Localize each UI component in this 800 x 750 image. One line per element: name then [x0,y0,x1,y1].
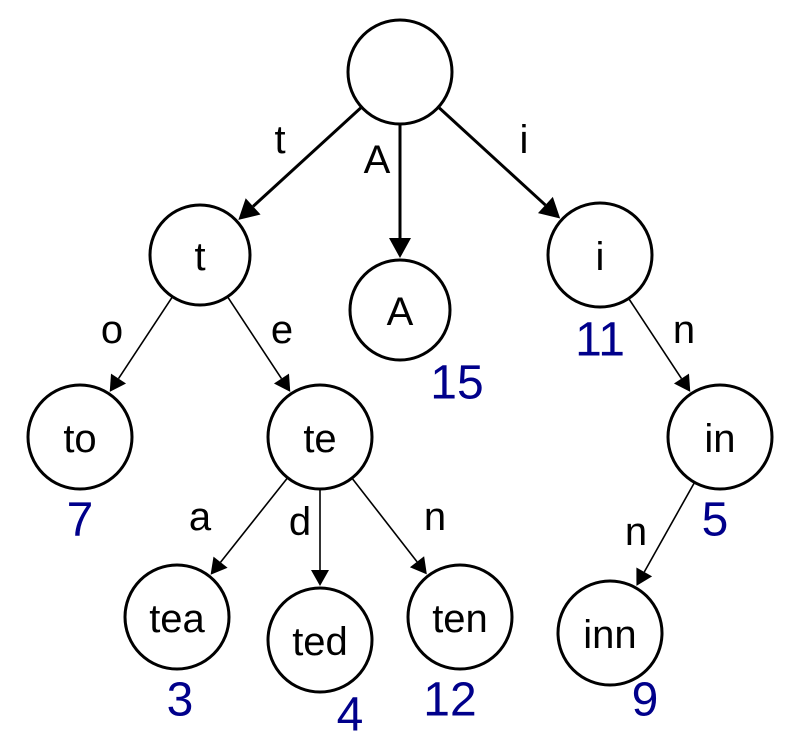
arrowhead-icon [673,373,691,392]
node-label: in [704,417,735,461]
edge-label: t [274,118,285,162]
nodes-layer: tAito te inteatedten inn [26,18,774,694]
arrowhead-icon [311,570,329,586]
edge-i-in: n [628,298,695,392]
edge-te-tea: a [189,478,288,575]
node-value: 5 [702,494,729,547]
edge-label: n [424,495,446,539]
arrowhead-icon [389,238,411,258]
node-value: 12 [423,674,476,727]
node-ted: ted [266,586,374,694]
node-value: 15 [430,357,483,410]
edge-line [643,482,695,573]
node-label: to [63,417,96,461]
node-ten: ten [406,563,514,671]
node-value: 3 [167,674,194,727]
node-label: inn [583,613,636,657]
node-label: i [596,235,605,279]
node-A: A [348,258,452,362]
node-in: in [666,383,774,491]
edge-root-t: t [238,106,362,220]
node-label: tea [149,597,205,641]
node-root [346,18,454,126]
node-value: 9 [632,674,659,727]
edge-label: A [364,138,391,182]
node-label: ten [432,597,488,641]
edge-label: n [673,308,695,352]
edge-line [117,297,173,379]
edge-line [252,106,362,208]
node-tea: tea [123,563,231,671]
edge-label: e [271,308,293,352]
arrowhead-icon [210,556,228,575]
node-t: t [148,203,252,307]
edge-label: i [520,118,529,162]
arrowhead-icon [273,373,291,392]
arrowhead-icon [109,373,127,392]
node-label: te [303,417,336,461]
edge-label: o [101,308,123,352]
trie-diagram: t Ai o e a d n n n t Ai to te in tea ted ten inn 15 11 7 5 3… [26,18,774,742]
edge-label: n [625,510,647,554]
node-value: 7 [67,494,94,547]
arrowhead-icon [409,556,427,575]
node-i: i [546,201,654,309]
node-value: 4 [337,689,364,742]
edge-line [351,478,418,563]
edge-label: d [289,500,311,544]
node-label: ted [292,620,348,664]
edge-line [438,106,547,207]
edge-t-to: o [101,297,173,392]
node-inn: inn [556,579,664,687]
edge-in-inn: n [625,482,695,586]
node-label: A [387,290,414,334]
edge-root-A: A [364,125,411,258]
node-te: te [266,383,374,491]
edge-te-ten: n [351,478,446,575]
edge-label: a [189,495,212,539]
node-value: 11 [575,314,625,367]
edge-t-te: e [227,297,293,392]
arrowhead-icon [636,567,653,586]
edge-root-i: i [438,106,561,219]
edge-line [219,478,288,563]
node-to: to [26,383,134,491]
node-circle [346,18,454,126]
edge-te-ted: d [289,490,329,586]
node-label: t [194,235,205,279]
